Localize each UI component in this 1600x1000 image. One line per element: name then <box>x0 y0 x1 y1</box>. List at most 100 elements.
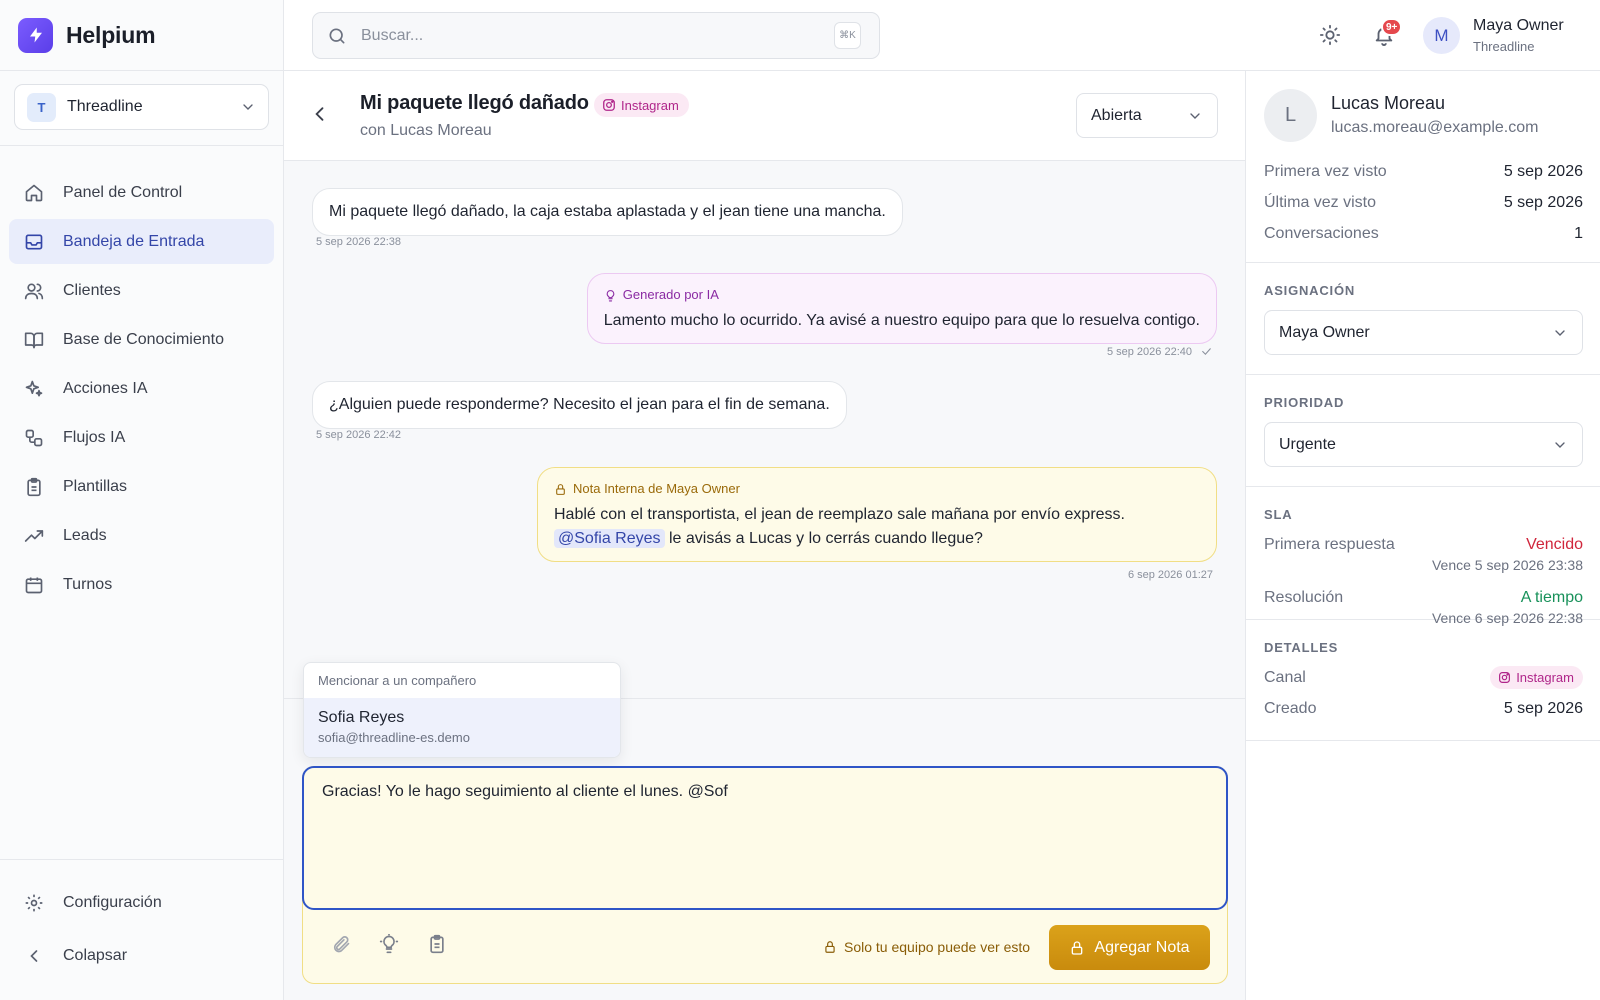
sidebar-item-knowledge-base[interactable]: Base de Conocimiento <box>9 317 274 362</box>
message-time: 5 sep 2026 22:40 <box>1106 345 1192 358</box>
message-timestamp: 6 sep 2026 01:27 <box>1127 569 1213 581</box>
avatar[interactable]: M <box>1423 17 1460 54</box>
book-icon <box>24 332 44 348</box>
users-icon <box>24 283 44 299</box>
sidebar: Helpium T Threadline Panel de Control Ba… <box>0 0 284 1000</box>
conversation-header: Mi paquete llegó dañado Instagram con Lu… <box>284 71 1245 161</box>
sidebar-item-ai-flows[interactable]: Flujos IA <box>9 415 274 460</box>
sidebar-item-customers[interactable]: Clientes <box>9 268 274 313</box>
last-seen-row: Última vez visto 5 sep 2026 <box>1264 194 1583 212</box>
home-icon <box>25 184 43 201</box>
sla-resolution-label: Resolución <box>1264 589 1344 606</box>
search-placeholder: Buscar... <box>361 26 424 44</box>
sidebar-item-leads[interactable]: Leads <box>9 513 274 558</box>
sidebar-footer: Configuración Colapsar <box>0 859 284 1000</box>
search-input[interactable]: Buscar... ⌘K <box>312 12 880 59</box>
assignee-select[interactable]: Maya Owner <box>1264 310 1583 355</box>
chevron-down-icon <box>243 104 253 110</box>
clipboard-icon <box>27 477 41 496</box>
status-select[interactable]: Abierta <box>1076 93 1218 138</box>
workspace-wrap: T Threadline <box>0 71 283 146</box>
contact-email[interactable]: lucas.moreau@example.com <box>1331 119 1538 137</box>
workspace-switcher[interactable]: T Threadline <box>14 84 269 130</box>
note-line-1: Hablé con el transportista, el jean de r… <box>554 506 1125 523</box>
sidebar-item-label: Clientes <box>63 281 121 299</box>
chevron-down-icon <box>1555 329 1565 336</box>
sidebar-item-label: Leads <box>63 526 107 544</box>
contact-section: L Lucas Moreau lucas.moreau@example.com … <box>1246 71 1600 263</box>
compose-input[interactable]: Gracias! Yo le hago seguimiento al clien… <box>302 766 1228 910</box>
lock-icon <box>1072 940 1083 955</box>
created-value: 5 sep 2026 <box>1503 700 1583 717</box>
clipboard-icon[interactable] <box>427 934 447 954</box>
sidebar-item-shifts[interactable]: Turnos <box>9 562 274 607</box>
assignee-value: Maya Owner <box>1279 323 1370 341</box>
gear-icon <box>25 894 43 911</box>
app-name: Helpium <box>66 21 156 48</box>
sidebar-item-dashboard[interactable]: Panel de Control <box>9 170 274 215</box>
workspace-badge: T <box>27 92 56 122</box>
first-seen-row: Primera vez visto 5 sep 2026 <box>1264 163 1583 181</box>
sidebar-item-settings[interactable]: Configuración <box>9 880 275 925</box>
first-seen-value: 5 sep 2026 <box>1503 163 1583 180</box>
page-title: Mi paquete llegó dañado <box>360 92 589 114</box>
user-org: Threadline <box>1473 39 1535 54</box>
conversation-subtitle: con Lucas Moreau <box>360 122 492 139</box>
sidebar-item-templates[interactable]: Plantillas <box>9 464 274 509</box>
message-internal-note: Nota Interna de Maya Owner Hablé con el … <box>537 467 1217 562</box>
sla-first-response-label: Primera respuesta <box>1264 536 1395 553</box>
message-timestamp: 5 sep 2026 22:42 <box>316 429 402 441</box>
message-timestamp: 5 sep 2026 22:38 <box>316 236 402 248</box>
add-note-button[interactable]: Agregar Nota <box>1049 925 1210 970</box>
sidebar-item-label: Plantillas <box>63 477 128 495</box>
user-name[interactable]: Maya Owner <box>1473 17 1564 35</box>
collapse-label: Colapsar <box>63 946 128 964</box>
message-text: Lamento mucho lo ocurrido. Ya avisé a nu… <box>603 312 1200 329</box>
channel-badge: Instagram <box>1490 666 1583 689</box>
sidebar-item-label: Bandeja de Entrada <box>63 232 205 250</box>
mention-option-email: sofia@threadline-es.demo <box>318 730 470 745</box>
channel-badge-label: Instagram <box>621 97 679 113</box>
inbox-icon <box>25 234 43 249</box>
mention-dropdown: Mencionar a un compañero Sofia Reyes sof… <box>303 662 621 758</box>
instagram-icon <box>603 99 615 111</box>
theme-toggle-icon[interactable] <box>1319 24 1341 46</box>
priority-select[interactable]: Urgente <box>1264 422 1583 467</box>
message-incoming: ¿Alguien puede responderme? Necesito el … <box>312 381 847 429</box>
workflow-icon <box>25 429 43 446</box>
sla-title: SLA <box>1264 507 1293 522</box>
contact-name[interactable]: Lucas Moreau <box>1331 93 1445 114</box>
priority-title: PRIORIDAD <box>1264 395 1345 410</box>
trending-up-icon <box>24 529 44 542</box>
created-label: Creado <box>1264 700 1317 717</box>
ai-tag: Generado por IA <box>604 283 1200 307</box>
sidebar-item-label: Base de Conocimiento <box>63 330 224 348</box>
priority-section: PRIORIDAD Urgente <box>1246 375 1600 487</box>
collapse-sidebar-button[interactable]: Colapsar <box>9 933 275 978</box>
sidebar-item-inbox[interactable]: Bandeja de Entrada <box>9 219 274 264</box>
chevron-left-icon <box>30 949 38 962</box>
message-ai-generated: Generado por IA Lamento mucho lo ocurrid… <box>586 273 1217 344</box>
channel-label: Canal <box>1264 668 1306 686</box>
paperclip-icon[interactable] <box>331 934 351 954</box>
instagram-icon <box>1499 672 1511 683</box>
note-tag-label: Nota Interna de Maya Owner <box>573 481 740 496</box>
details-section: DETALLES Canal Instagram Creado 5 sep 20… <box>1246 620 1600 741</box>
message-incoming: Mi paquete llegó dañado, la caja estaba … <box>312 188 903 236</box>
sidebar-item-ai-actions[interactable]: Acciones IA <box>9 366 274 411</box>
conversations-label: Conversaciones <box>1264 225 1379 242</box>
ai-tag-label: Generado por IA <box>622 287 719 302</box>
mention-chip[interactable]: @Sofia Reyes <box>554 529 665 548</box>
contact-panel: L Lucas Moreau lucas.moreau@example.com … <box>1245 71 1600 1000</box>
brand-logo-icon[interactable] <box>18 17 53 53</box>
sla-resolution-status: A tiempo <box>1520 589 1583 606</box>
sidebar-item-label: Turnos <box>63 575 113 593</box>
brand: Helpium <box>0 0 283 71</box>
lightbulb-icon[interactable] <box>379 934 399 954</box>
notification-badge: 9+ <box>1381 18 1403 36</box>
assignment-section: ASIGNACIÓN Maya Owner <box>1246 263 1600 375</box>
mention-option[interactable]: Sofia Reyes sofia@threadline-es.demo <box>304 698 620 757</box>
mention-dropdown-header: Mencionar a un compañero <box>318 673 477 688</box>
back-arrow-icon[interactable] <box>310 104 330 124</box>
message-text: ¿Alguien puede responderme? Necesito el … <box>329 396 830 413</box>
